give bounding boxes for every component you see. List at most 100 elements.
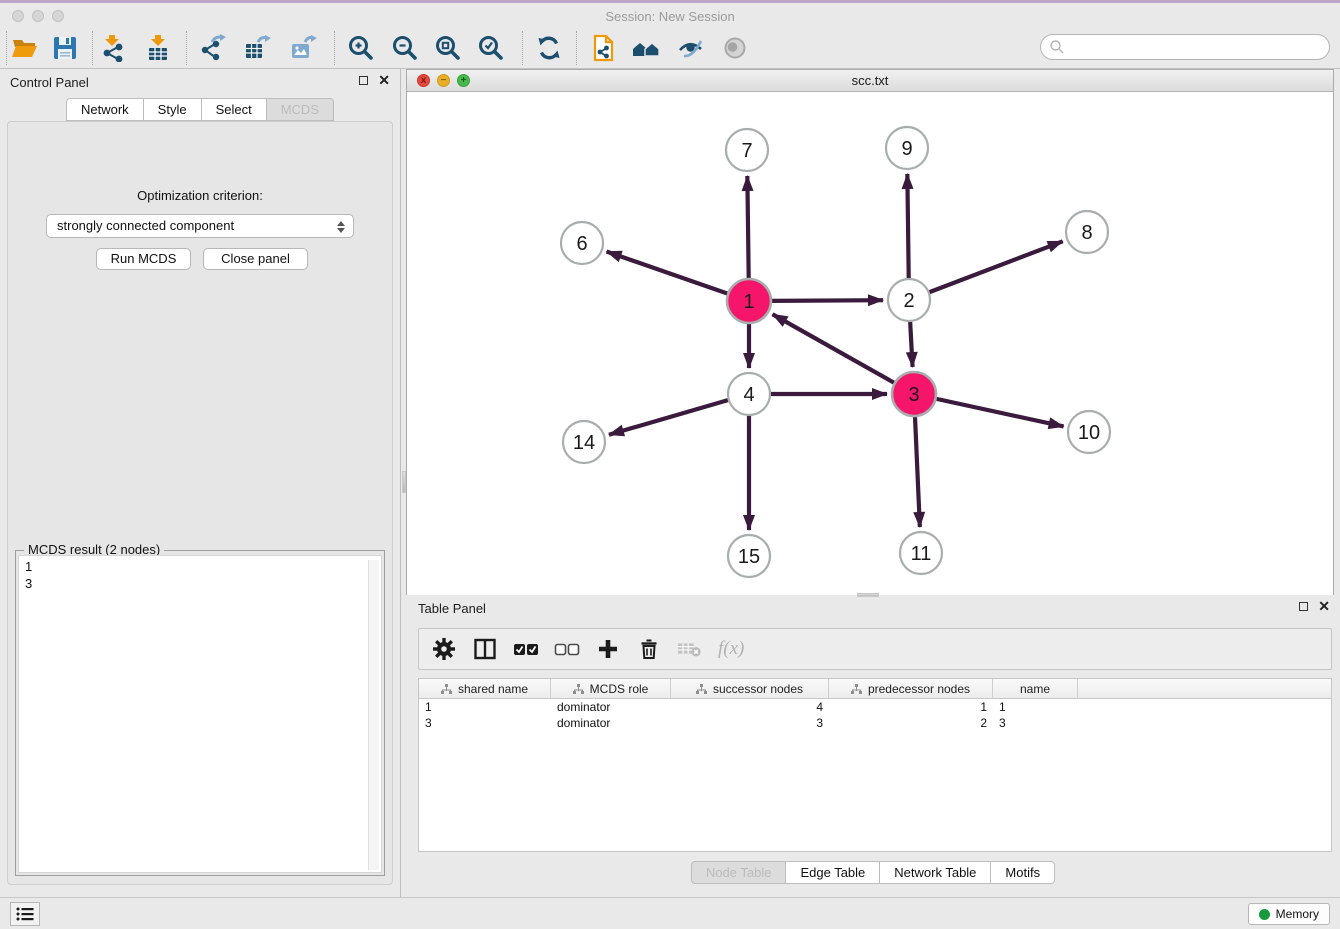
column-header-successor-nodes[interactable]: successor nodes bbox=[671, 679, 829, 699]
export-network-button[interactable] bbox=[196, 32, 230, 64]
control-panel-tabs: Network Style Select MCDS bbox=[0, 98, 400, 122]
close-panel-icon[interactable]: ✕ bbox=[378, 75, 390, 85]
cell-successor-nodes: 4 bbox=[671, 699, 829, 715]
show-column-panel-button[interactable] bbox=[472, 636, 498, 662]
graph-edge-3-11[interactable] bbox=[915, 417, 920, 527]
tab-network[interactable]: Network bbox=[66, 98, 144, 121]
table-row[interactable]: 3 dominator 3 2 3 bbox=[419, 715, 1331, 731]
export-network-icon bbox=[199, 34, 227, 62]
deselect-all-button[interactable] bbox=[554, 636, 580, 662]
tab-network-table[interactable]: Network Table bbox=[880, 861, 991, 884]
column-header-predecessor-nodes[interactable]: predecessor nodes bbox=[829, 679, 993, 699]
graph-node-7[interactable]: 7 bbox=[726, 129, 768, 171]
float-panel-icon[interactable] bbox=[359, 76, 368, 85]
select-all-button[interactable] bbox=[513, 636, 539, 662]
checked-boxes-icon bbox=[513, 637, 539, 661]
graphics-details-button[interactable] bbox=[718, 32, 752, 64]
graph-edge-2-3[interactable] bbox=[910, 322, 912, 367]
memory-status-icon bbox=[1259, 909, 1270, 920]
float-table-panel-icon[interactable] bbox=[1299, 602, 1308, 611]
graph-node-2[interactable]: 2 bbox=[888, 279, 930, 321]
zoom-fit-icon bbox=[434, 34, 462, 62]
graph-node-15[interactable]: 15 bbox=[728, 535, 770, 577]
open-folder-icon bbox=[11, 34, 39, 62]
open-session-button[interactable] bbox=[8, 32, 42, 64]
column-type-icon bbox=[573, 684, 584, 695]
trash-icon bbox=[637, 637, 661, 661]
graph-node-1[interactable]: 1 bbox=[727, 279, 771, 323]
import-table-button[interactable] bbox=[141, 32, 175, 64]
graph-edge-2-8[interactable] bbox=[930, 241, 1063, 292]
tab-edge-table[interactable]: Edge Table bbox=[786, 861, 880, 884]
application-window: Session: New Session bbox=[0, 0, 1340, 926]
new-network-from-selection-button[interactable] bbox=[586, 32, 620, 64]
table-tabs: Node Table Edge Table Network Table Moti… bbox=[406, 861, 1340, 885]
add-column-button[interactable] bbox=[595, 636, 621, 662]
svg-text:4: 4 bbox=[743, 384, 754, 406]
optimization-criterion-label: Optimization criterion: bbox=[8, 188, 392, 203]
graph-node-8[interactable]: 8 bbox=[1066, 211, 1108, 253]
zoom-out-button[interactable] bbox=[388, 32, 422, 64]
mcds-result-list[interactable]: 1 3 bbox=[18, 555, 382, 873]
plus-icon bbox=[596, 637, 620, 661]
delete-column-button[interactable] bbox=[636, 636, 662, 662]
graph-edge-2-9[interactable] bbox=[907, 174, 908, 278]
first-neighbors-button[interactable] bbox=[630, 32, 664, 64]
tab-mcds[interactable]: MCDS bbox=[267, 98, 334, 121]
graph-node-4[interactable]: 4 bbox=[728, 373, 770, 415]
graph-edge-1-2[interactable] bbox=[772, 300, 883, 301]
svg-text:15: 15 bbox=[738, 546, 760, 568]
zoom-selected-button[interactable] bbox=[474, 32, 508, 64]
graph-edge-3-10[interactable] bbox=[936, 399, 1063, 427]
graph-node-3[interactable]: 3 bbox=[892, 372, 936, 416]
apply-layout-button[interactable] bbox=[532, 32, 566, 64]
table-settings-button[interactable] bbox=[431, 636, 457, 662]
svg-text:2: 2 bbox=[903, 290, 914, 312]
graph-edge-4-14[interactable] bbox=[609, 400, 728, 435]
column-type-icon bbox=[696, 684, 707, 695]
import-network-button[interactable] bbox=[96, 32, 130, 64]
graph-node-14[interactable]: 14 bbox=[563, 421, 605, 463]
tab-motifs[interactable]: Motifs bbox=[991, 861, 1055, 884]
export-table-button[interactable] bbox=[240, 32, 274, 64]
cell-shared-name: 1 bbox=[419, 699, 551, 715]
table-panel: Table Panel ✕ bbox=[406, 595, 1340, 897]
gear-icon bbox=[432, 637, 456, 661]
network-window-titlebar[interactable]: x − + scc.txt bbox=[407, 70, 1333, 92]
tab-style[interactable]: Style bbox=[144, 98, 202, 121]
column-header-mcds-role[interactable]: MCDS role bbox=[551, 679, 671, 699]
tab-node-table[interactable]: Node Table bbox=[691, 861, 787, 884]
splitter-grip-vertical[interactable] bbox=[402, 471, 406, 493]
search-input[interactable] bbox=[1040, 34, 1330, 60]
criterion-dropdown[interactable]: strongly connected component bbox=[46, 214, 354, 238]
sphere-icon bbox=[721, 34, 749, 62]
zoom-fit-button[interactable] bbox=[431, 32, 465, 64]
memory-button[interactable]: Memory bbox=[1248, 903, 1330, 925]
show-task-history-button[interactable] bbox=[10, 902, 40, 926]
hide-selected-button[interactable] bbox=[674, 32, 708, 64]
save-session-button[interactable] bbox=[48, 32, 82, 64]
tab-select[interactable]: Select bbox=[202, 98, 267, 121]
result-line: 3 bbox=[25, 575, 375, 592]
export-image-button[interactable] bbox=[286, 32, 320, 64]
zoom-selected-icon bbox=[477, 34, 505, 62]
result-scrollbar[interactable] bbox=[368, 560, 379, 870]
close-panel-button[interactable]: Close panel bbox=[203, 248, 308, 270]
table-row[interactable]: 1 dominator 4 1 1 bbox=[419, 699, 1331, 715]
graph-node-11[interactable]: 11 bbox=[900, 532, 942, 574]
network-graph[interactable]: 7 9 6 8 1 2 4 3 14 10 15 11 bbox=[407, 92, 1333, 595]
graph-node-10[interactable]: 10 bbox=[1068, 411, 1110, 453]
graph-node-6[interactable]: 6 bbox=[561, 222, 603, 264]
graph-edge-1-6[interactable] bbox=[607, 252, 728, 294]
zoom-in-button[interactable] bbox=[344, 32, 378, 64]
svg-text:1: 1 bbox=[743, 291, 754, 313]
column-header-name[interactable]: name bbox=[993, 679, 1078, 699]
graph-node-9[interactable]: 9 bbox=[886, 127, 928, 169]
close-table-panel-icon[interactable]: ✕ bbox=[1318, 601, 1330, 611]
graph-edge-1-7[interactable] bbox=[747, 176, 748, 278]
run-mcds-button[interactable]: Run MCDS bbox=[96, 248, 191, 270]
column-header-shared-name[interactable]: shared name bbox=[419, 679, 551, 699]
export-image-icon bbox=[289, 34, 317, 62]
node-table[interactable]: shared name MCDS role successor nodes pr… bbox=[418, 678, 1332, 852]
graph-edge-3-1[interactable] bbox=[773, 314, 894, 382]
